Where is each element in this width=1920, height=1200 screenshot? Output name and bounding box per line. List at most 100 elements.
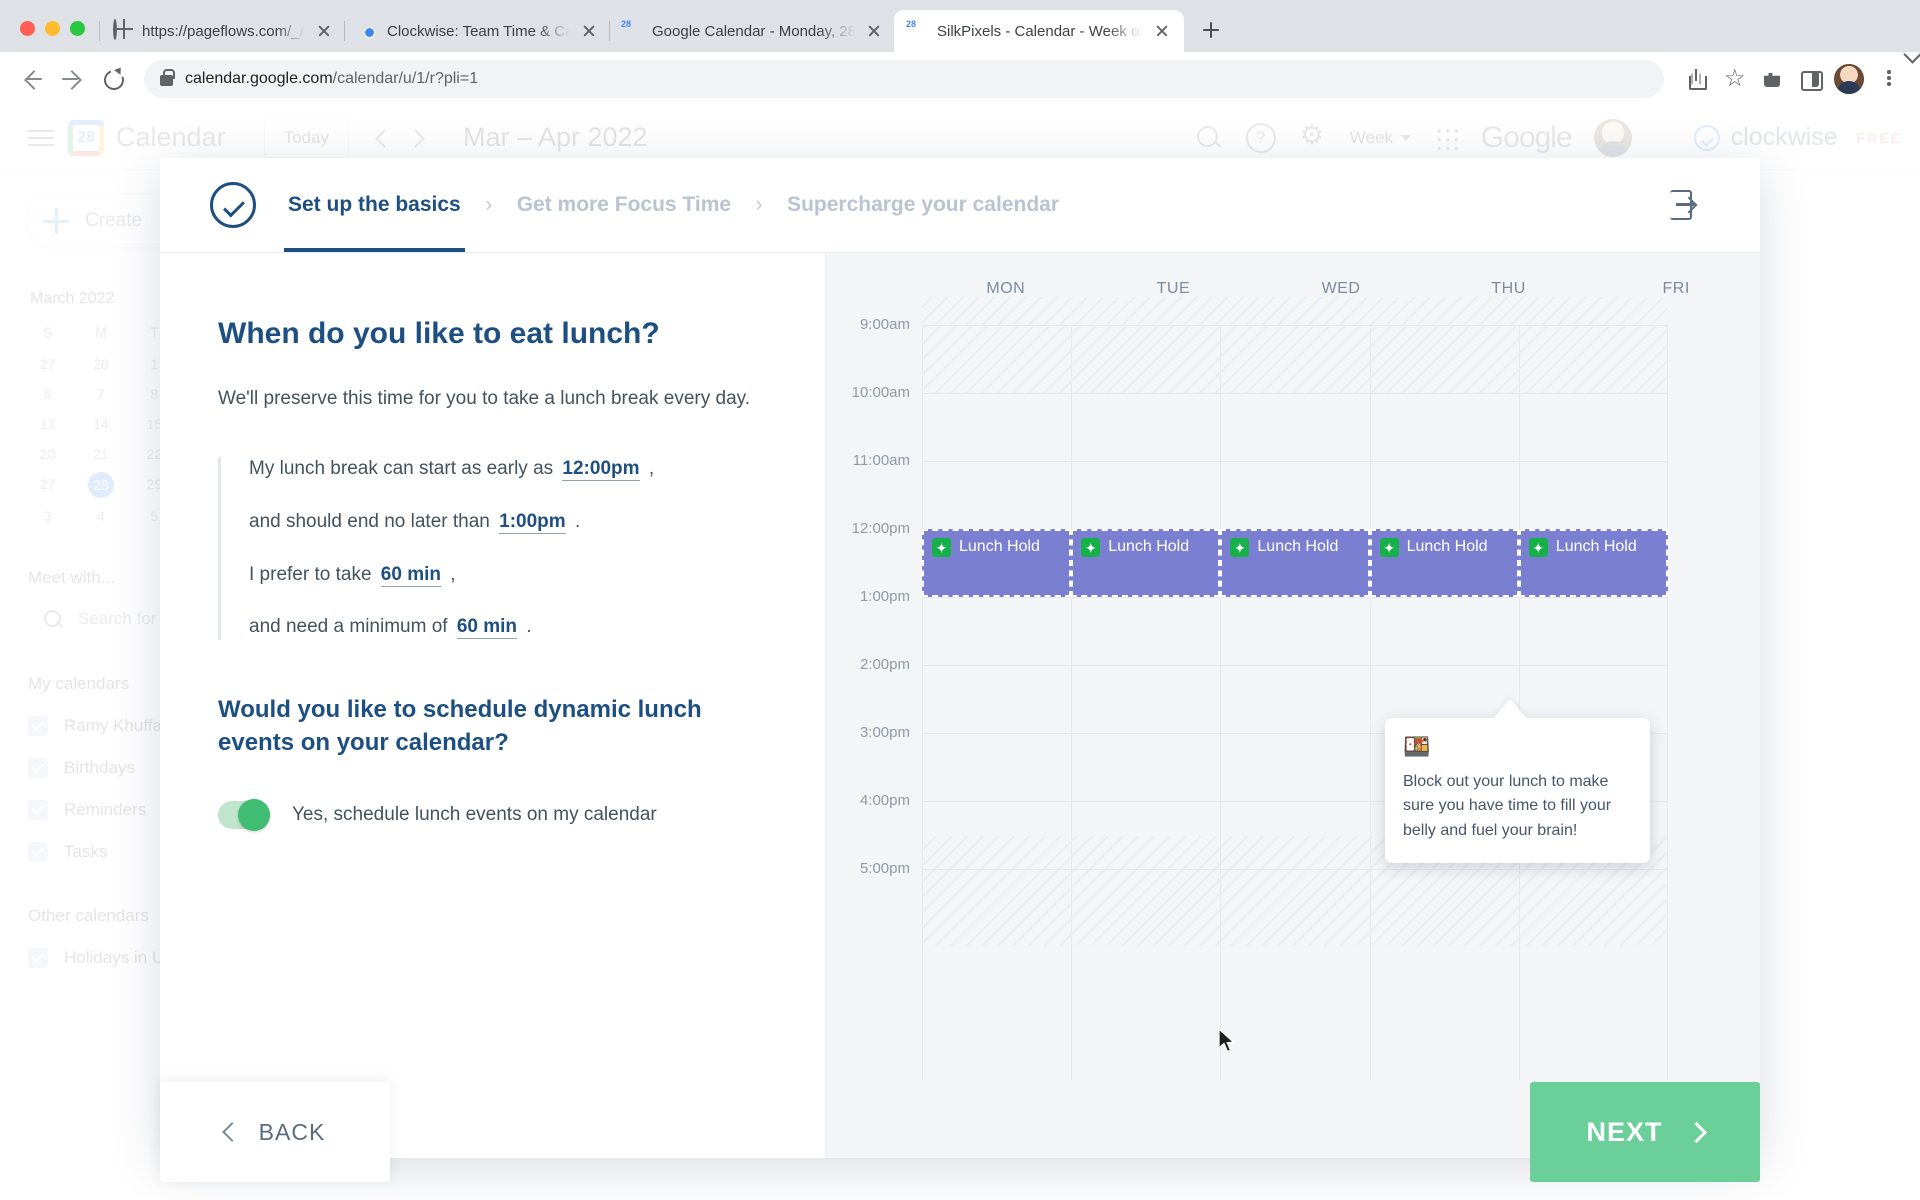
close-icon[interactable] [864,21,884,41]
hour-label: 9:00am [859,316,910,333]
close-icon[interactable] [314,21,334,41]
calendar-grid[interactable]: 9:00am 10:00am 11:00am 12:00pm 1:00pm 2:… [852,297,1668,1080]
onboarding-modal: Set up the basics › Get more Focus Time … [160,158,1760,1158]
event-lunch-hold-fri[interactable]: ✦ Lunch Hold [1518,529,1668,597]
close-window-button[interactable] [20,21,35,36]
hour-gridline [922,869,1668,870]
url-host: calendar.google.com [185,70,333,87]
hour-gridline [922,461,1668,462]
chrome-icon [358,21,378,41]
next-button[interactable]: NEXT [1530,1082,1760,1182]
hour-label: 1:00pm [859,588,910,605]
day-header-wed: WED [1321,280,1361,297]
browser-tab-3[interactable]: 28 Google Calendar - Monday, 28 [609,10,894,52]
minimum-duration-value[interactable]: 60 min [456,616,518,640]
step-set-up-the-basics[interactable]: Set up the basics [284,158,465,252]
browser-toolbar: calendar.google.com/calendar/u/1/r?pli=1 [0,52,1920,106]
preference-preferred-duration: I prefer to take 60 min , [249,563,767,588]
earliest-start-value[interactable]: 12:00pm [562,458,640,482]
browser-window: https://pageflows.com/_/emails Clockwise… [0,0,1920,1200]
browser-tab-2[interactable]: Clockwise: Team Time & Calendar [344,10,609,52]
reload-icon[interactable] [94,61,130,97]
preferred-duration-value[interactable]: 60 min [380,563,441,587]
logout-icon[interactable] [1670,190,1702,220]
event-title: Lunch Hold [1257,538,1339,555]
hour-label: 5:00pm [859,860,910,877]
google-calendar-icon: 28 [621,19,643,41]
day-header-fri: FRI [1662,280,1690,297]
sparkle-icon: ✦ [1379,538,1399,557]
sparkle-icon: ✦ [1230,538,1250,557]
next-button-label: NEXT [1586,1116,1663,1147]
dynamic-lunch-toggle-row[interactable]: Yes, schedule lunch events on my calenda… [218,798,767,831]
new-tab-button[interactable] [1194,13,1228,47]
maximize-window-button[interactable] [70,21,85,36]
dynamic-lunch-toggle[interactable] [218,798,270,831]
event-lunch-hold-tue[interactable]: ✦ Lunch Hold [1071,529,1221,597]
hour-row-9am: 9:00am [860,316,1668,393]
hour-label: 12:00pm [851,520,910,537]
hour-row-1pm: 1:00pm [860,588,1668,665]
google-calendar-icon: 28 [906,19,928,41]
toggle-knob [238,798,270,831]
hour-label: 4:00pm [859,792,910,809]
hour-row-5pm: 5:00pm [860,860,1668,937]
share-icon[interactable] [1678,61,1714,97]
browser-tab-1[interactable]: https://pageflows.com/_/emails [99,10,344,52]
event-title: Lunch Hold [959,538,1040,555]
preference-suffix: . [574,511,581,533]
tab-title: Clockwise: Team Time & Calendar [387,22,570,40]
event-lunch-hold-wed[interactable]: ✦ Lunch Hold [1220,529,1370,597]
hour-row-10am: 10:00am [852,384,1668,461]
bento-box-icon: 🍱 [1403,734,1431,759]
close-icon[interactable] [1152,21,1172,41]
back-navigation-icon[interactable] [14,61,50,97]
step-get-more-focus-time[interactable]: Get more Focus Time [513,158,735,252]
event-lunch-hold-thu[interactable]: ✦ Lunch Hold [1369,529,1519,597]
browser-tab-4-active[interactable]: 28 SilkPixels - Calendar - Week of [894,10,1184,52]
preference-earliest-start: My lunch break can start as early as 12:… [249,457,767,482]
preference-prefix: I prefer to take [249,563,372,585]
minimize-window-button[interactable] [45,21,60,36]
calendar-preview-pane: MON TUE WED THU FRI 9:00am 10:00am 11:00… [825,253,1760,1158]
step-supercharge-your-calendar[interactable]: Supercharge your calendar [783,158,1063,252]
back-button[interactable]: BACK [160,1082,390,1182]
preference-prefix: and should end no later than [249,511,490,533]
preference-suffix: . [526,616,532,638]
preference-minimum-duration: and need a minimum of 60 min . [249,615,767,640]
dynamic-lunch-toggle-label: Yes, schedule lunch events on my calenda… [292,803,657,825]
profile-avatar[interactable] [1834,64,1864,94]
hour-gridline [922,393,1668,394]
extensions-puzzle-icon[interactable] [1754,61,1790,97]
hour-row-11am: 11:00am [853,452,1668,529]
browser-menu-icon[interactable] [1870,61,1906,97]
page-title: When do you like to eat lunch? [218,317,660,350]
tooltip-text: Block out your lunch to make sure you ha… [1403,773,1612,839]
chevron-left-icon [221,1122,242,1142]
tab-strip: https://pageflows.com/_/emails Clockwise… [0,0,1920,52]
tab-title: SilkPixels - Calendar - Week of [937,22,1144,40]
preference-suffix: , [450,563,456,585]
dynamic-lunch-question: Would you like to schedule dynamic lunch… [218,696,702,756]
event-lunch-hold-mon[interactable]: ✦ Lunch Hold [922,529,1072,597]
hour-label: 2:00pm [859,656,910,673]
preference-prefix: and need a minimum of [249,616,448,638]
day-header-tue: TUE [1156,280,1191,297]
sparkle-icon: ✦ [1528,538,1548,557]
address-bar[interactable]: calendar.google.com/calendar/u/1/r?pli=1 [144,60,1664,98]
side-panel-icon[interactable] [1792,61,1828,97]
forward-navigation-icon[interactable] [54,61,90,97]
bookmark-star-icon[interactable] [1716,61,1752,97]
preference-prefix: My lunch break can start as early as [249,458,554,480]
close-icon[interactable] [579,21,599,41]
event-title: Lunch Hold [1406,538,1488,555]
non-working-hours-hatch-top [922,297,1668,325]
toolbar-actions [1678,61,1906,97]
tab-divider [609,21,610,41]
hour-label: 11:00am [852,452,910,469]
step-separator-icon: › [485,193,493,216]
hour-gridline [922,325,1668,326]
tab-divider [99,21,100,41]
latest-end-value[interactable]: 1:00pm [499,511,566,535]
tab-divider [344,21,345,41]
